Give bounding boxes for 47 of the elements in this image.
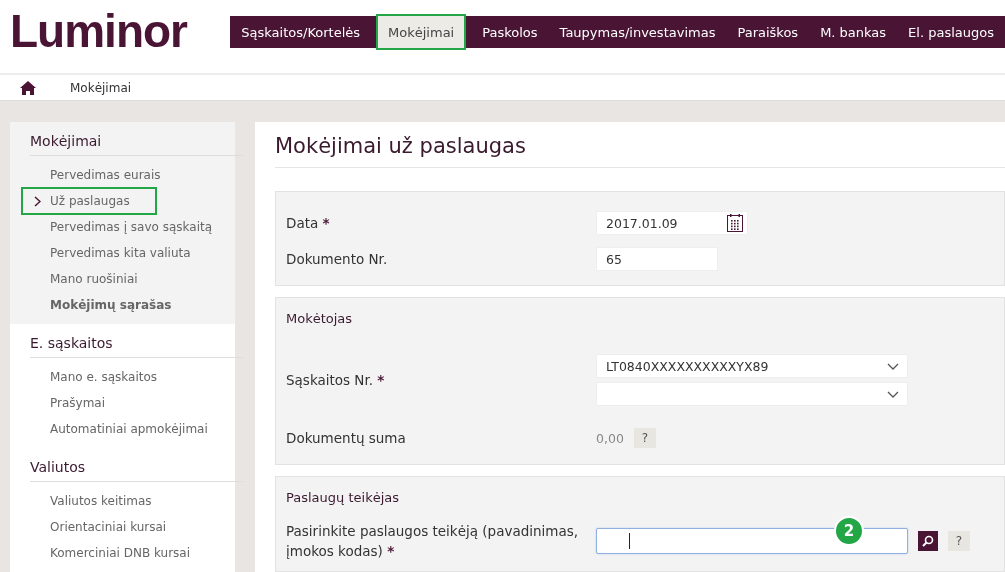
logo: Luminor bbox=[9, 4, 189, 58]
amount-value: 0,00 bbox=[596, 430, 624, 446]
sidebar-item[interactable]: Už paslaugas bbox=[22, 188, 156, 214]
sidebar-item[interactable]: Pervedimas į savo sąskaitą bbox=[22, 214, 213, 240]
sidebar-item[interactable]: Orientaciniai kursai bbox=[22, 514, 167, 540]
sidebar-heading: Mokėjimai bbox=[30, 130, 243, 156]
section-title: Mokėtojas bbox=[286, 311, 354, 326]
section-title: Paslaugų teikėjas bbox=[286, 490, 401, 505]
sidebar-item[interactable]: Valiutos keitimas bbox=[22, 488, 152, 514]
text-cursor bbox=[629, 533, 630, 549]
field-label: Pasirinkite paslaugos teikėją (pavadinimas, įmokos kodas) * bbox=[286, 523, 579, 559]
sidebar-item[interactable]: Prašymai bbox=[22, 390, 106, 416]
sidebar-heading: Valiutos bbox=[30, 456, 243, 482]
breadcrumb-link[interactable]: Mokėjimai bbox=[36, 80, 146, 95]
nav-tab[interactable]: Sąskaitos/Kortelės bbox=[230, 16, 372, 48]
sidebar-item[interactable]: Pervedimas kita valiuta bbox=[22, 240, 191, 266]
nav-tab[interactable]: Taupymas/investavimas bbox=[548, 16, 727, 48]
sidebar-item[interactable]: Pervedimas eurais bbox=[22, 162, 161, 188]
sidebar-item[interactable]: Komerciniai DNB kursai bbox=[22, 540, 191, 566]
step-badge: 2 bbox=[834, 516, 864, 546]
sidebar-item[interactable]: Mano ruošiniai bbox=[22, 266, 138, 292]
sidebar-item[interactable]: Mano e. sąskaitos bbox=[22, 364, 158, 390]
help-button[interactable]: ? bbox=[633, 428, 656, 448]
nav-tab[interactable]: M. bankas bbox=[809, 16, 898, 48]
field-label: Sąskaitos Nr. * bbox=[286, 372, 385, 388]
home-icon[interactable] bbox=[20, 80, 36, 95]
select-field[interactable]: LT0840XXXXXXXXXXYX89 bbox=[596, 354, 908, 378]
nav-tab[interactable]: Paraiškos bbox=[726, 16, 810, 48]
nav-tab[interactable]: El. paslaugos bbox=[897, 16, 1005, 48]
chevron-down-icon bbox=[887, 390, 899, 398]
nav-tab[interactable]: Mokėjimai bbox=[377, 15, 466, 49]
field-label: Data * bbox=[286, 215, 330, 231]
nav-tab[interactable]: Paskolos bbox=[471, 16, 549, 48]
sidebar-item[interactable]: Mokėjimų sąrašas bbox=[22, 292, 172, 318]
page-title: Mokėjimai už paslaugas bbox=[275, 134, 1005, 168]
date-field[interactable]: 2017.01.09 bbox=[596, 211, 748, 235]
field-label: Dokumento Nr. bbox=[286, 251, 388, 267]
calendar-icon[interactable] bbox=[727, 214, 743, 232]
search-icon bbox=[922, 535, 934, 547]
help-button[interactable]: ? bbox=[948, 531, 970, 551]
select-field[interactable] bbox=[596, 382, 908, 406]
search-button[interactable] bbox=[918, 531, 938, 551]
field-label: Dokumentų suma bbox=[286, 430, 406, 446]
sidebar-heading: E. sąskaitos bbox=[30, 332, 243, 358]
sidebar-item[interactable]: Automatiniai apmokėjimai bbox=[22, 416, 208, 442]
chevron-down-icon bbox=[887, 362, 899, 370]
text-field[interactable]: 65 bbox=[596, 247, 718, 271]
